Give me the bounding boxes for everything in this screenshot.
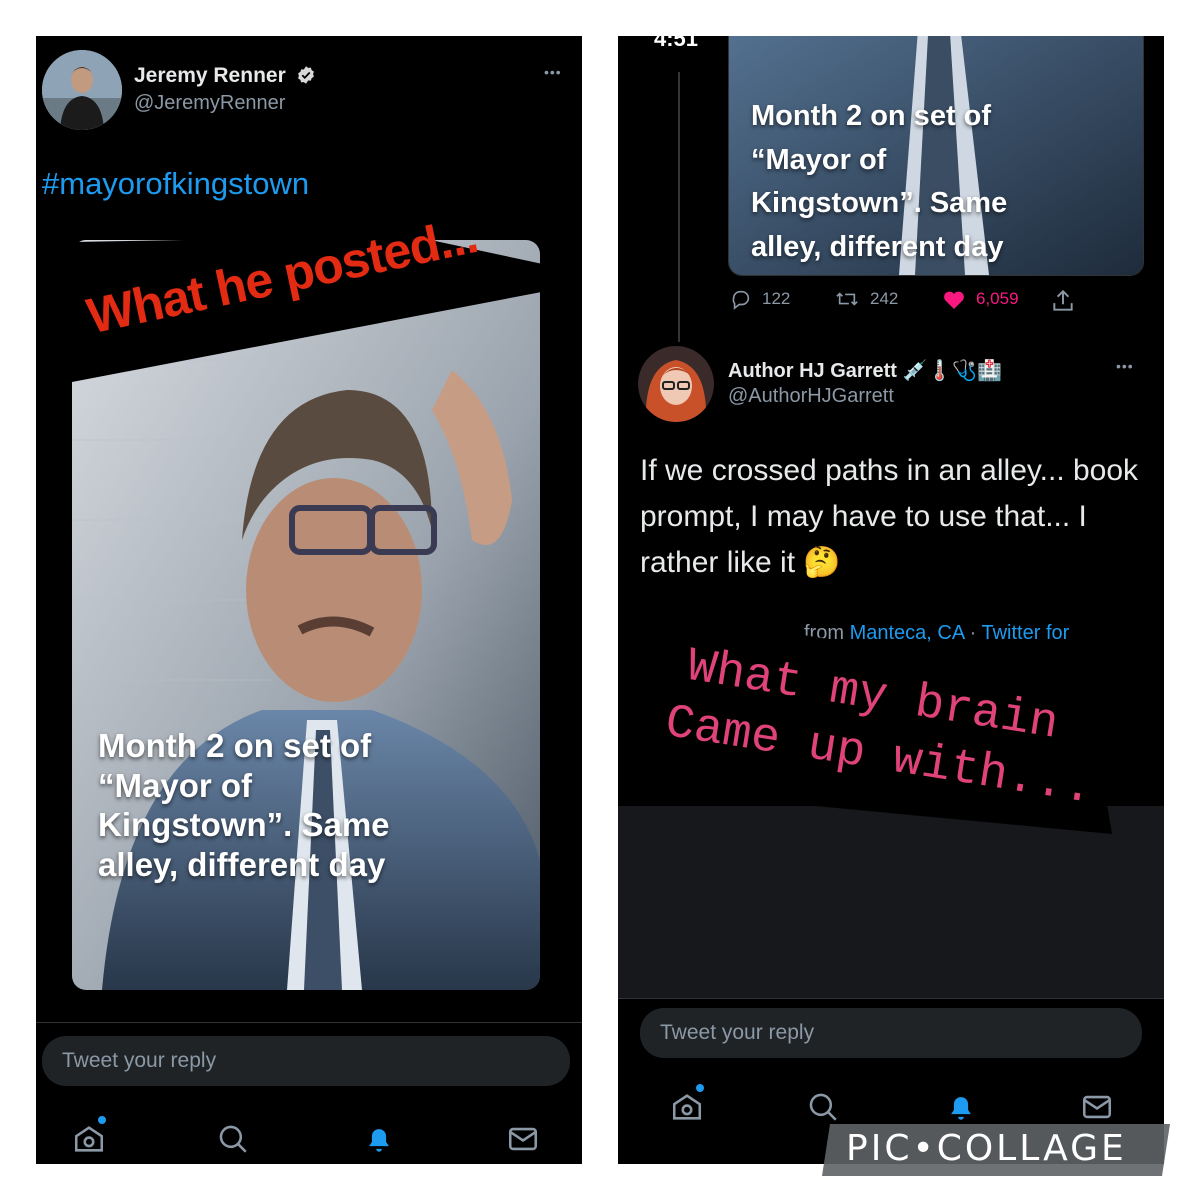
retweet-count-text: 242 bbox=[870, 289, 899, 308]
hashtag-link[interactable]: #mayorofkingstown bbox=[42, 166, 309, 202]
divider bbox=[36, 1022, 582, 1023]
reply-count[interactable]: 122 bbox=[730, 288, 790, 310]
search-icon[interactable] bbox=[806, 1090, 840, 1124]
home-icon[interactable] bbox=[72, 1122, 106, 1156]
photo-caption: Month 2 on set of “Mayor of Kingstown”. … bbox=[98, 727, 390, 883]
like-icon bbox=[944, 291, 964, 309]
mail-icon[interactable] bbox=[1080, 1090, 1114, 1124]
watermark-text: PIC•COLLAGE bbox=[846, 1128, 1127, 1169]
thread-line bbox=[678, 72, 680, 342]
bell-icon[interactable] bbox=[944, 1090, 978, 1124]
author-name[interactable]: Jeremy Renner bbox=[134, 64, 316, 88]
home-icon[interactable] bbox=[670, 1090, 704, 1124]
name-emojis: 💉🌡️🩺🏥 bbox=[902, 360, 1003, 382]
reply-author-name-text: Author HJ Garrett bbox=[728, 360, 897, 382]
retweet-icon bbox=[836, 292, 858, 306]
reply-count-text: 122 bbox=[762, 289, 791, 308]
what-my-brain-sticker: What my brain Came up with... bbox=[646, 610, 1146, 840]
status-time: 4:51 bbox=[654, 36, 699, 51]
search-icon[interactable] bbox=[216, 1122, 250, 1156]
tweet-reply-input[interactable]: Tweet your reply bbox=[42, 1036, 570, 1086]
verified-badge-icon bbox=[297, 66, 314, 84]
avatar[interactable] bbox=[42, 50, 122, 130]
like-count-text: 6,059 bbox=[976, 289, 1019, 308]
reply-author-handle[interactable]: @AuthorHJGarrett bbox=[728, 385, 894, 408]
reply-avatar-image bbox=[638, 346, 714, 422]
reply-author-name[interactable]: Author HJ Garrett 💉🌡️🩺🏥 bbox=[728, 358, 1002, 383]
reply-text-body: If we crossed paths in an alley... book … bbox=[640, 454, 1139, 579]
what-he-posted-sticker: What he posted... bbox=[72, 207, 552, 386]
like-count[interactable]: 6,059 bbox=[942, 288, 1019, 310]
share-icon[interactable] bbox=[1050, 288, 1076, 314]
reply-icon bbox=[732, 290, 750, 310]
author-handle[interactable]: @JeremyRenner bbox=[134, 92, 285, 115]
divider bbox=[618, 998, 1164, 999]
tweet-reply-input[interactable]: Tweet your reply bbox=[640, 1008, 1142, 1058]
author-name-text: Jeremy Renner bbox=[134, 64, 286, 87]
retweet-count[interactable]: 242 bbox=[834, 288, 898, 310]
reply-text: If we crossed paths in an alley... book … bbox=[640, 448, 1150, 586]
home-notification-dot bbox=[696, 1084, 704, 1092]
avatar-image bbox=[42, 50, 122, 130]
thinking-emoji: 🤔 bbox=[803, 546, 841, 579]
left-screenshot: Jeremy Renner @JeremyRenner ••• #mayorof… bbox=[36, 36, 582, 1164]
mail-icon[interactable] bbox=[506, 1122, 540, 1156]
more-icon[interactable]: ••• bbox=[544, 64, 562, 80]
photo-caption: Month 2 on set of “Mayor of Kingstown”. … bbox=[751, 100, 1008, 263]
right-screenshot: 4:51 Month 2 on set of “Mayor of Kingsto… bbox=[618, 36, 1164, 1164]
home-notification-dot bbox=[98, 1116, 106, 1124]
reply-avatar[interactable] bbox=[638, 346, 714, 422]
more-icon[interactable]: ••• bbox=[1116, 358, 1134, 374]
watermark-badge: PIC•COLLAGE bbox=[822, 1124, 1170, 1176]
bell-icon[interactable] bbox=[362, 1122, 396, 1156]
tweet-photo[interactable]: Month 2 on set of “Mayor of Kingstown”. … bbox=[728, 36, 1144, 276]
